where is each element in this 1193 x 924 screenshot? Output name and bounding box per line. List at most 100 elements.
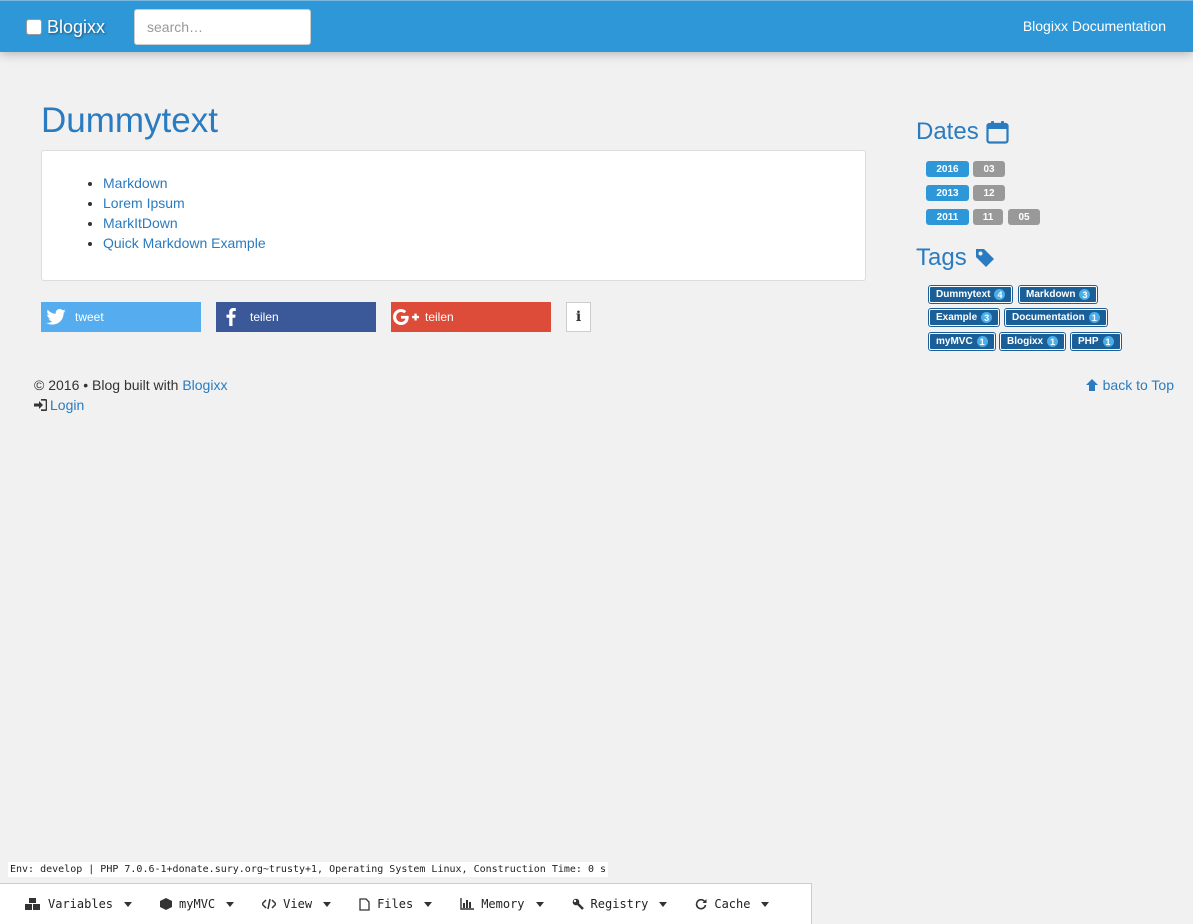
debug-tab-variables[interactable]: Variables (25, 897, 133, 911)
date-year-badge[interactable]: 2016 (926, 161, 969, 177)
date-month-badge[interactable]: 11 (973, 209, 1003, 225)
copyright-line: © 2016 • Blog built with Blogixx (34, 375, 227, 395)
twitter-icon (41, 302, 71, 332)
facebook-icon (216, 302, 246, 332)
tag-name: Markdown (1026, 289, 1076, 300)
google-plus-icon (391, 302, 421, 332)
blogixx-link[interactable]: Blogixx (182, 377, 227, 393)
wrench-icon (572, 898, 584, 910)
back-to-top-link[interactable]: back to Top (1085, 375, 1174, 395)
caret-down-icon (424, 901, 433, 907)
debug-tab-view[interactable]: View (262, 897, 332, 911)
tag-count: 1 (1047, 336, 1059, 347)
article-link[interactable]: Quick Markdown Example (103, 235, 266, 251)
debug-tab-cache[interactable]: Cache (695, 897, 770, 911)
env-info: Env: develop | PHP 7.0.6-1+donate.sury.o… (8, 862, 609, 877)
dates-heading-label: Dates (916, 118, 979, 145)
calendar-icon (986, 121, 1009, 144)
article-list: Markdown Lorem Ipsum MarkItDown Quick Ma… (103, 173, 266, 253)
tag-count: 1 (976, 336, 988, 347)
page-title: Dummytext (41, 101, 218, 140)
info-icon: i (575, 309, 582, 325)
search-input[interactable] (134, 9, 311, 45)
tag-count: 1 (1088, 312, 1100, 323)
article-link[interactable]: Lorem Ipsum (103, 195, 185, 211)
debug-tab-files[interactable]: Files (359, 897, 433, 911)
tag-count: 4 (994, 289, 1006, 300)
list-item: Lorem Ipsum (103, 193, 266, 213)
date-year-badge[interactable]: 2013 (926, 185, 969, 201)
cubes-icon (25, 898, 40, 910)
tag-icon (975, 249, 994, 267)
tag-name: myMVC (936, 336, 973, 347)
tag-count: 1 (1102, 336, 1114, 347)
debug-tab-memory[interactable]: Memory (460, 897, 544, 911)
debug-tab-label: Registry (590, 897, 649, 911)
tag-badge[interactable]: Dummytext 4 (929, 286, 1013, 303)
brand-checkbox-icon (26, 19, 42, 35)
refresh-icon (696, 898, 707, 910)
top-navbar: Blogixx Blogixx Documentation (0, 0, 1193, 52)
tag-badge[interactable]: PHP 1 (1071, 333, 1121, 350)
brand-label: Blogixx (47, 16, 106, 37)
code-icon (262, 898, 277, 910)
arrow-up-icon (1085, 379, 1098, 391)
debug-tab-label: Files (377, 897, 414, 911)
documentation-link[interactable]: Blogixx Documentation (1023, 18, 1166, 34)
google-plus-share-label: teilen (425, 310, 454, 324)
tag-name: Dummytext (936, 289, 991, 300)
tag-name: Documentation (1012, 312, 1085, 323)
caret-down-icon (226, 901, 235, 907)
caret-down-icon (124, 901, 133, 907)
article-link[interactable]: MarkItDown (103, 215, 178, 231)
tag-name: PHP (1078, 336, 1099, 347)
sign-in-icon (34, 399, 47, 411)
facebook-share-label: teilen (250, 310, 279, 324)
caret-down-icon (659, 901, 668, 907)
tag-name: Example (936, 312, 978, 323)
article-link[interactable]: Markdown (103, 175, 168, 191)
list-item: Quick Markdown Example (103, 233, 266, 253)
caret-down-icon (535, 901, 544, 907)
login-link[interactable]: Login (50, 395, 84, 415)
copyright-text: © 2016 • Blog built with (34, 377, 179, 393)
debug-tab-label: Memory (481, 897, 525, 911)
caret-down-icon (761, 901, 770, 907)
dates-heading: Dates (916, 118, 1009, 146)
tag-badge[interactable]: myMVC 1 (929, 333, 995, 350)
list-item: Markdown (103, 173, 266, 193)
google-plus-share-button[interactable]: teilen (391, 302, 551, 332)
tag-count: 3 (981, 312, 993, 323)
bar-chart-icon (460, 898, 475, 910)
tag-count: 3 (1079, 289, 1091, 300)
date-year-badge[interactable]: 2011 (926, 209, 969, 225)
debug-tab-label: View (283, 897, 313, 911)
tags-heading-label: Tags (916, 244, 967, 271)
brand-link[interactable]: Blogixx (26, 15, 105, 39)
tweet-label: tweet (75, 310, 104, 324)
file-icon (359, 897, 370, 911)
tags-heading: Tags (916, 244, 996, 272)
date-month-badge[interactable]: 03 (973, 161, 1005, 177)
caret-down-icon (323, 901, 332, 907)
cube-icon (160, 898, 173, 910)
tag-badge[interactable]: Example 3 (929, 309, 1000, 326)
debug-tab-registry[interactable]: Registry (572, 897, 668, 911)
debug-tab-label: Cache (714, 897, 751, 911)
content-panel: Markdown Lorem Ipsum MarkItDown Quick Ma… (41, 150, 866, 281)
debug-tab-mymvc[interactable]: myMVC (160, 897, 235, 911)
tag-badge[interactable]: Markdown 3 (1019, 286, 1098, 303)
tag-name: Blogixx (1007, 336, 1044, 347)
tag-badge[interactable]: Blogixx 1 (1000, 333, 1066, 350)
date-month-badge[interactable]: 05 (1008, 209, 1040, 225)
share-info-button[interactable]: i (566, 302, 591, 332)
debug-tab-label: Variables (48, 897, 114, 911)
tag-badge[interactable]: Documentation 1 (1005, 309, 1107, 326)
facebook-share-button[interactable]: teilen (216, 302, 376, 332)
date-month-badge[interactable]: 12 (973, 185, 1005, 201)
footer: © 2016 • Blog built with Blogixx Login (34, 375, 227, 415)
list-item: MarkItDown (103, 213, 266, 233)
debug-tab-label: myMVC (179, 897, 216, 911)
tweet-button[interactable]: tweet (41, 302, 201, 332)
debug-toolbar: Variables myMVC View Files Memory Regist… (0, 883, 812, 924)
